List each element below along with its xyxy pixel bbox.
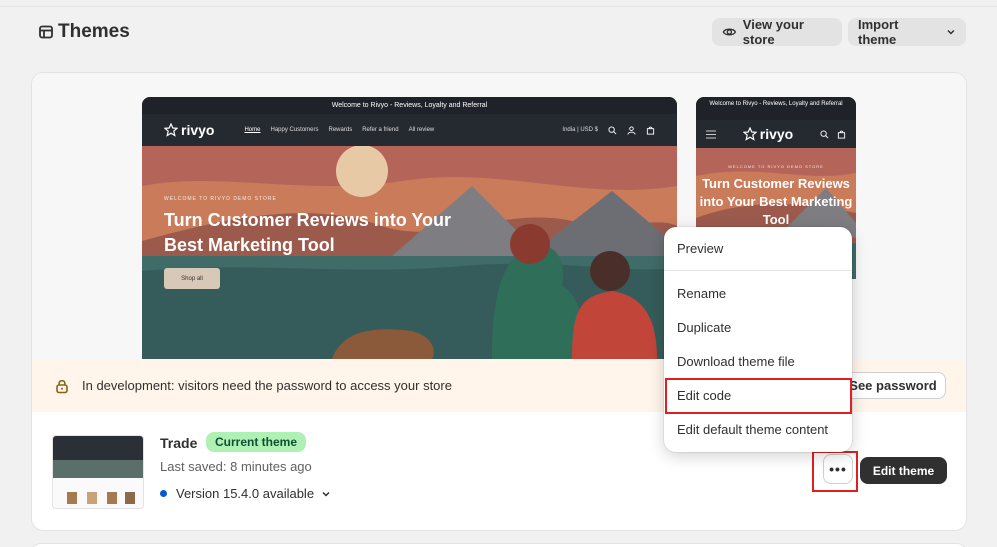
star-logo-icon bbox=[164, 123, 178, 137]
eye-icon bbox=[722, 28, 737, 36]
hero-headline: Turn Customer Reviews into Your Best Mar… bbox=[699, 176, 853, 227]
version-label: Version 15.4.0 available bbox=[176, 486, 315, 501]
announcement-bar: Welcome to Rivyo - Reviews, Loyalty and … bbox=[142, 97, 677, 114]
theme-actions-menu: Preview Rename Duplicate Download theme … bbox=[664, 227, 852, 452]
menu-item-download-theme-file[interactable]: Download theme file bbox=[677, 352, 795, 372]
hero-text: WELCOME TO RIVYO DEMO STORE Turn Custome… bbox=[696, 164, 856, 229]
menu-item-edit-code[interactable]: Edit code bbox=[677, 386, 731, 406]
thumbnail-header bbox=[53, 436, 143, 460]
hamburger-icon bbox=[706, 130, 716, 138]
thumbnail-product bbox=[67, 492, 77, 504]
hero-eyebrow: WELCOME TO RIVYO DEMO STORE bbox=[164, 196, 277, 202]
store-logo: rivyo bbox=[164, 122, 214, 138]
desktop-preview[interactable]: Welcome to Rivyo - Reviews, Loyalty and … bbox=[142, 97, 677, 359]
hero-eyebrow: WELCOME TO RIVYO DEMO STORE bbox=[728, 164, 824, 169]
thumbnail-product bbox=[107, 492, 117, 504]
search-icon bbox=[608, 125, 617, 134]
lock-icon bbox=[54, 378, 70, 394]
cart-icon bbox=[837, 130, 846, 139]
theme-name: Trade bbox=[160, 435, 198, 451]
hero-headline: Turn Customer Reviews into Your Best Mar… bbox=[164, 210, 452, 255]
chevron-down-icon bbox=[947, 29, 955, 35]
current-theme-badge: Current theme bbox=[206, 432, 307, 452]
store-nav-links: Home Happy Customers Rewards Refer a fri… bbox=[244, 127, 434, 133]
nav-link: All review bbox=[408, 127, 435, 133]
version-status-dot bbox=[160, 490, 167, 497]
currency-selector: India | USD $ bbox=[562, 127, 598, 133]
announcement-bar: Welcome to Rivyo - Reviews, Loyalty and … bbox=[696, 97, 856, 120]
last-saved-text: Last saved: 8 minutes ago bbox=[160, 459, 312, 474]
theme-thumbnail[interactable] bbox=[52, 435, 144, 509]
cart-icon bbox=[646, 126, 655, 135]
nav-link: Happy Customers bbox=[270, 127, 319, 133]
see-password-button[interactable]: See password bbox=[840, 372, 946, 399]
import-theme-button[interactable]: Import theme bbox=[848, 17, 966, 47]
page-header: Themes View your store Import theme bbox=[38, 17, 966, 47]
theme-store-icon bbox=[38, 24, 54, 40]
menu-item-duplicate[interactable]: Duplicate bbox=[677, 318, 731, 338]
store-nav-right: India | USD $ bbox=[562, 125, 655, 135]
menu-item-preview[interactable]: Preview bbox=[677, 239, 723, 259]
edit-theme-button[interactable]: Edit theme bbox=[860, 457, 947, 484]
shop-all-button: Shop all bbox=[164, 268, 220, 289]
import-theme-label: Import theme bbox=[858, 17, 899, 47]
password-banner-text: In development: visitors need the passwo… bbox=[82, 378, 452, 393]
logo-text: rivyo bbox=[181, 122, 215, 138]
nav-link: Rewards bbox=[328, 127, 353, 133]
store-nav: rivyo Home Happy Customers Rewards Refer… bbox=[142, 114, 677, 146]
thumbnail-product bbox=[87, 492, 97, 504]
nav-link: Refer a friend bbox=[362, 127, 399, 133]
menu-item-rename[interactable]: Rename bbox=[677, 284, 726, 304]
thumbnail-product bbox=[125, 492, 135, 504]
search-icon bbox=[820, 129, 829, 138]
view-store-label: View your store bbox=[742, 17, 804, 47]
chevron-down-icon bbox=[322, 491, 330, 497]
hero-banner: WELCOME TO RIVYO DEMO STORE Turn Custome… bbox=[142, 146, 677, 359]
next-card-edge bbox=[31, 543, 967, 547]
view-store-button[interactable]: View your store bbox=[712, 17, 842, 47]
version-available[interactable]: Version 15.4.0 available bbox=[160, 486, 331, 501]
store-nav: rivyo bbox=[696, 120, 856, 148]
page-title: Themes bbox=[58, 21, 130, 42]
thumbnail-products bbox=[53, 478, 143, 508]
menu-item-edit-default-theme-content[interactable]: Edit default theme content bbox=[677, 420, 828, 440]
nav-link: Home bbox=[244, 127, 261, 133]
menu-divider bbox=[664, 270, 852, 271]
thumbnail-hero bbox=[53, 460, 143, 478]
top-divider bbox=[0, 6, 997, 7]
more-actions-button[interactable]: ••• bbox=[823, 454, 853, 484]
logo-text: rivyo bbox=[759, 126, 794, 142]
account-icon bbox=[627, 125, 636, 135]
store-logo: rivyo bbox=[742, 126, 794, 142]
hero-text: WELCOME TO RIVYO DEMO STORE Turn Custome… bbox=[164, 196, 464, 289]
star-logo-icon bbox=[742, 127, 757, 141]
